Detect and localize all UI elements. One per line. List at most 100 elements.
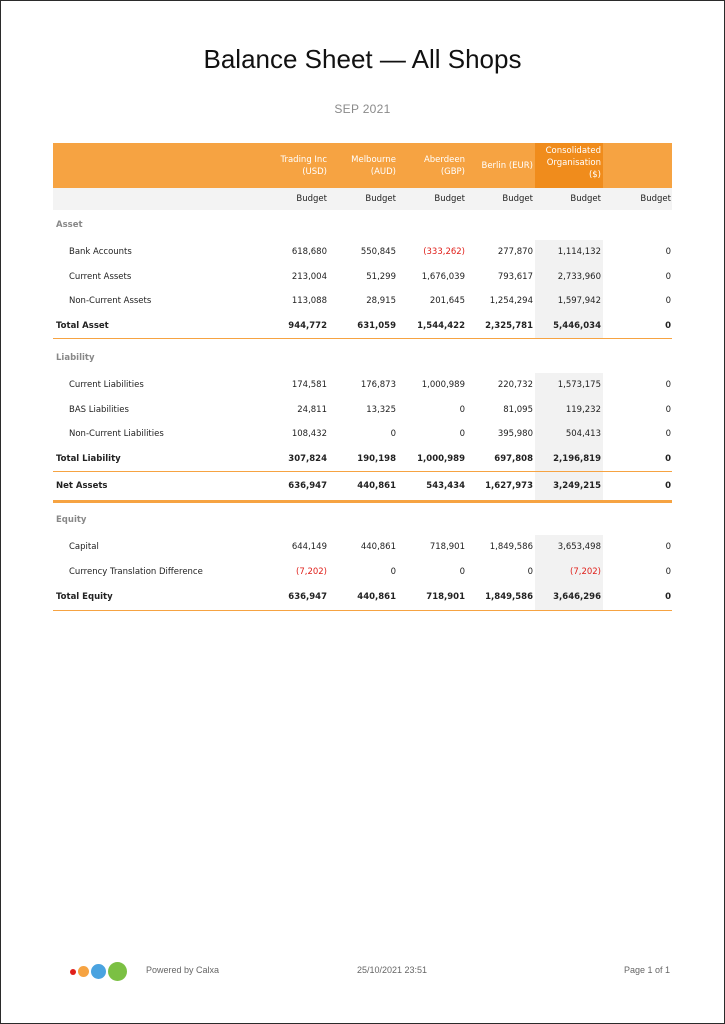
value-text: 0 (665, 429, 671, 440)
table-row: Current Liabilities 174,581 176,873 1,000,9… (53, 373, 672, 398)
column-header-line: (GBP) (440, 166, 465, 177)
value-cell: 631,059 (330, 314, 398, 339)
value-cell: 0 (605, 472, 673, 500)
column-header-line: (AUD) (370, 166, 396, 177)
row-label: Current Liabilities (69, 380, 144, 391)
row-label: Capital (69, 542, 99, 553)
value-text: 1,849,586 (489, 542, 533, 553)
value-text: 119,232 (565, 404, 601, 415)
value-text: (7,202) (570, 566, 601, 577)
value-cell: 440,861 (330, 472, 398, 500)
value-text: 3,653,498 (557, 542, 601, 553)
value-cell: 1,544,422 (399, 314, 467, 339)
column-subheader: Budget (365, 194, 396, 204)
value-cell: 0 (605, 265, 673, 290)
row-label: Bank Accounts (69, 247, 132, 258)
value-text: 3,646,296 (553, 592, 601, 602)
value-text: 636,947 (288, 481, 327, 491)
section-header-row: Asset (53, 210, 672, 240)
column-subheader: Budget (296, 194, 327, 204)
value-cell: 307,824 (261, 447, 329, 472)
value-cell: 944,772 (261, 314, 329, 339)
column-header-line: ($) (588, 170, 601, 180)
value-text: (333,262) (423, 247, 465, 258)
logo-dot-blue (91, 964, 106, 979)
footer: Powered by Calxa 25/10/2021 23:51 Page 1… (0, 961, 725, 983)
table-row: Currency Translation Difference (7,202) 0 0… (53, 559, 672, 585)
value-cell: 1,627,973 (467, 472, 535, 500)
section-header-row: Liability (53, 343, 672, 373)
value-text: 176,873 (360, 380, 396, 391)
value-cell: 201,645 (399, 289, 467, 314)
powered-by-text: Powered by Calxa (146, 965, 220, 975)
value-text: 543,434 (426, 481, 465, 491)
value-text: 113,088 (291, 296, 327, 307)
value-cell: 176,873 (330, 373, 398, 398)
value-cell: 0 (399, 422, 467, 447)
column-header-line: Berlin (EUR) (481, 160, 534, 171)
column-header (605, 143, 673, 188)
row-label: Total Liability (56, 453, 121, 464)
value-text: 0 (665, 271, 671, 282)
value-text: 718,901 (429, 542, 465, 553)
value-text: 0 (459, 566, 465, 577)
value-cell: 2,325,781 (467, 314, 535, 339)
value-text: 395,980 (497, 429, 533, 440)
value-cell: 190,198 (330, 447, 398, 472)
column-subheader: Budget (640, 194, 671, 204)
value-cell: 793,617 (467, 265, 535, 290)
value-cell: (7,202) (261, 560, 329, 585)
value-cell: 0 (605, 535, 673, 560)
value-text: 440,861 (357, 592, 396, 602)
value-text: 1,254,294 (489, 296, 533, 307)
value-text: 0 (390, 566, 396, 577)
value-cell: 0 (605, 373, 673, 398)
value-cell: 440,861 (330, 584, 398, 610)
value-cell: 0 (605, 314, 673, 339)
value-cell: 0 (467, 560, 535, 585)
value-text: 307,824 (288, 453, 327, 464)
value-text: 213,004 (291, 271, 327, 282)
value-text: 793,617 (497, 271, 533, 282)
column-header-line: Melbourne (351, 154, 396, 165)
table-row: Bank Accounts 618,680 550,845 (333,262) 277,… (53, 240, 672, 265)
value-text: 1,849,586 (485, 592, 533, 602)
value-text: 2,325,781 (485, 320, 533, 331)
value-cell: 550,845 (330, 240, 398, 265)
value-cell: 1,114,132 (535, 240, 603, 265)
value-text: 440,861 (360, 542, 396, 553)
row-label: Net Assets (56, 481, 108, 491)
column-header: Consolidated Organisation ($) (535, 143, 603, 188)
value-text: 0 (665, 247, 671, 258)
value-text: 1,597,942 (557, 296, 601, 307)
value-cell: 1,676,039 (399, 265, 467, 290)
column-header-line: Trading Inc (280, 154, 327, 165)
value-text: 1,573,175 (557, 380, 601, 391)
value-text: 0 (390, 429, 396, 440)
value-cell: (7,202) (535, 559, 603, 584)
value-cell: 395,980 (467, 422, 535, 447)
column-subheader-row: Budget Budget Budget Budget Budget Budget (53, 188, 672, 210)
logo-dot-red (70, 969, 76, 975)
total-row: Total Equity 636,947 440,861 718,901 1,849,5… (53, 584, 672, 610)
value-text: 0 (665, 542, 671, 553)
value-text: 550,845 (360, 247, 396, 258)
page-number: Page 1 of 1 (623, 965, 670, 975)
value-cell: 108,432 (261, 422, 329, 447)
value-text: 504,413 (565, 429, 601, 440)
value-text: 636,947 (288, 592, 327, 602)
value-cell: 13,325 (330, 398, 398, 423)
value-text: 440,861 (357, 481, 396, 491)
column-subheader: Budget (502, 194, 533, 204)
value-cell: 718,901 (399, 584, 467, 610)
value-cell: 113,088 (261, 289, 329, 314)
column-header-line: Organisation (546, 158, 601, 168)
column-header: Melbourne (AUD) (330, 143, 398, 188)
row-label: Currency Translation Difference (69, 566, 203, 577)
column-header-row: Trading Inc (USD) Melbourne (AUD) Aberdeen (G… (53, 143, 672, 188)
value-text: 5,446,034 (553, 320, 601, 331)
column-header-line: (USD) (302, 166, 327, 177)
value-text: 190,198 (357, 453, 396, 464)
value-cell: 1,597,942 (535, 289, 603, 314)
value-cell: 277,870 (467, 240, 535, 265)
